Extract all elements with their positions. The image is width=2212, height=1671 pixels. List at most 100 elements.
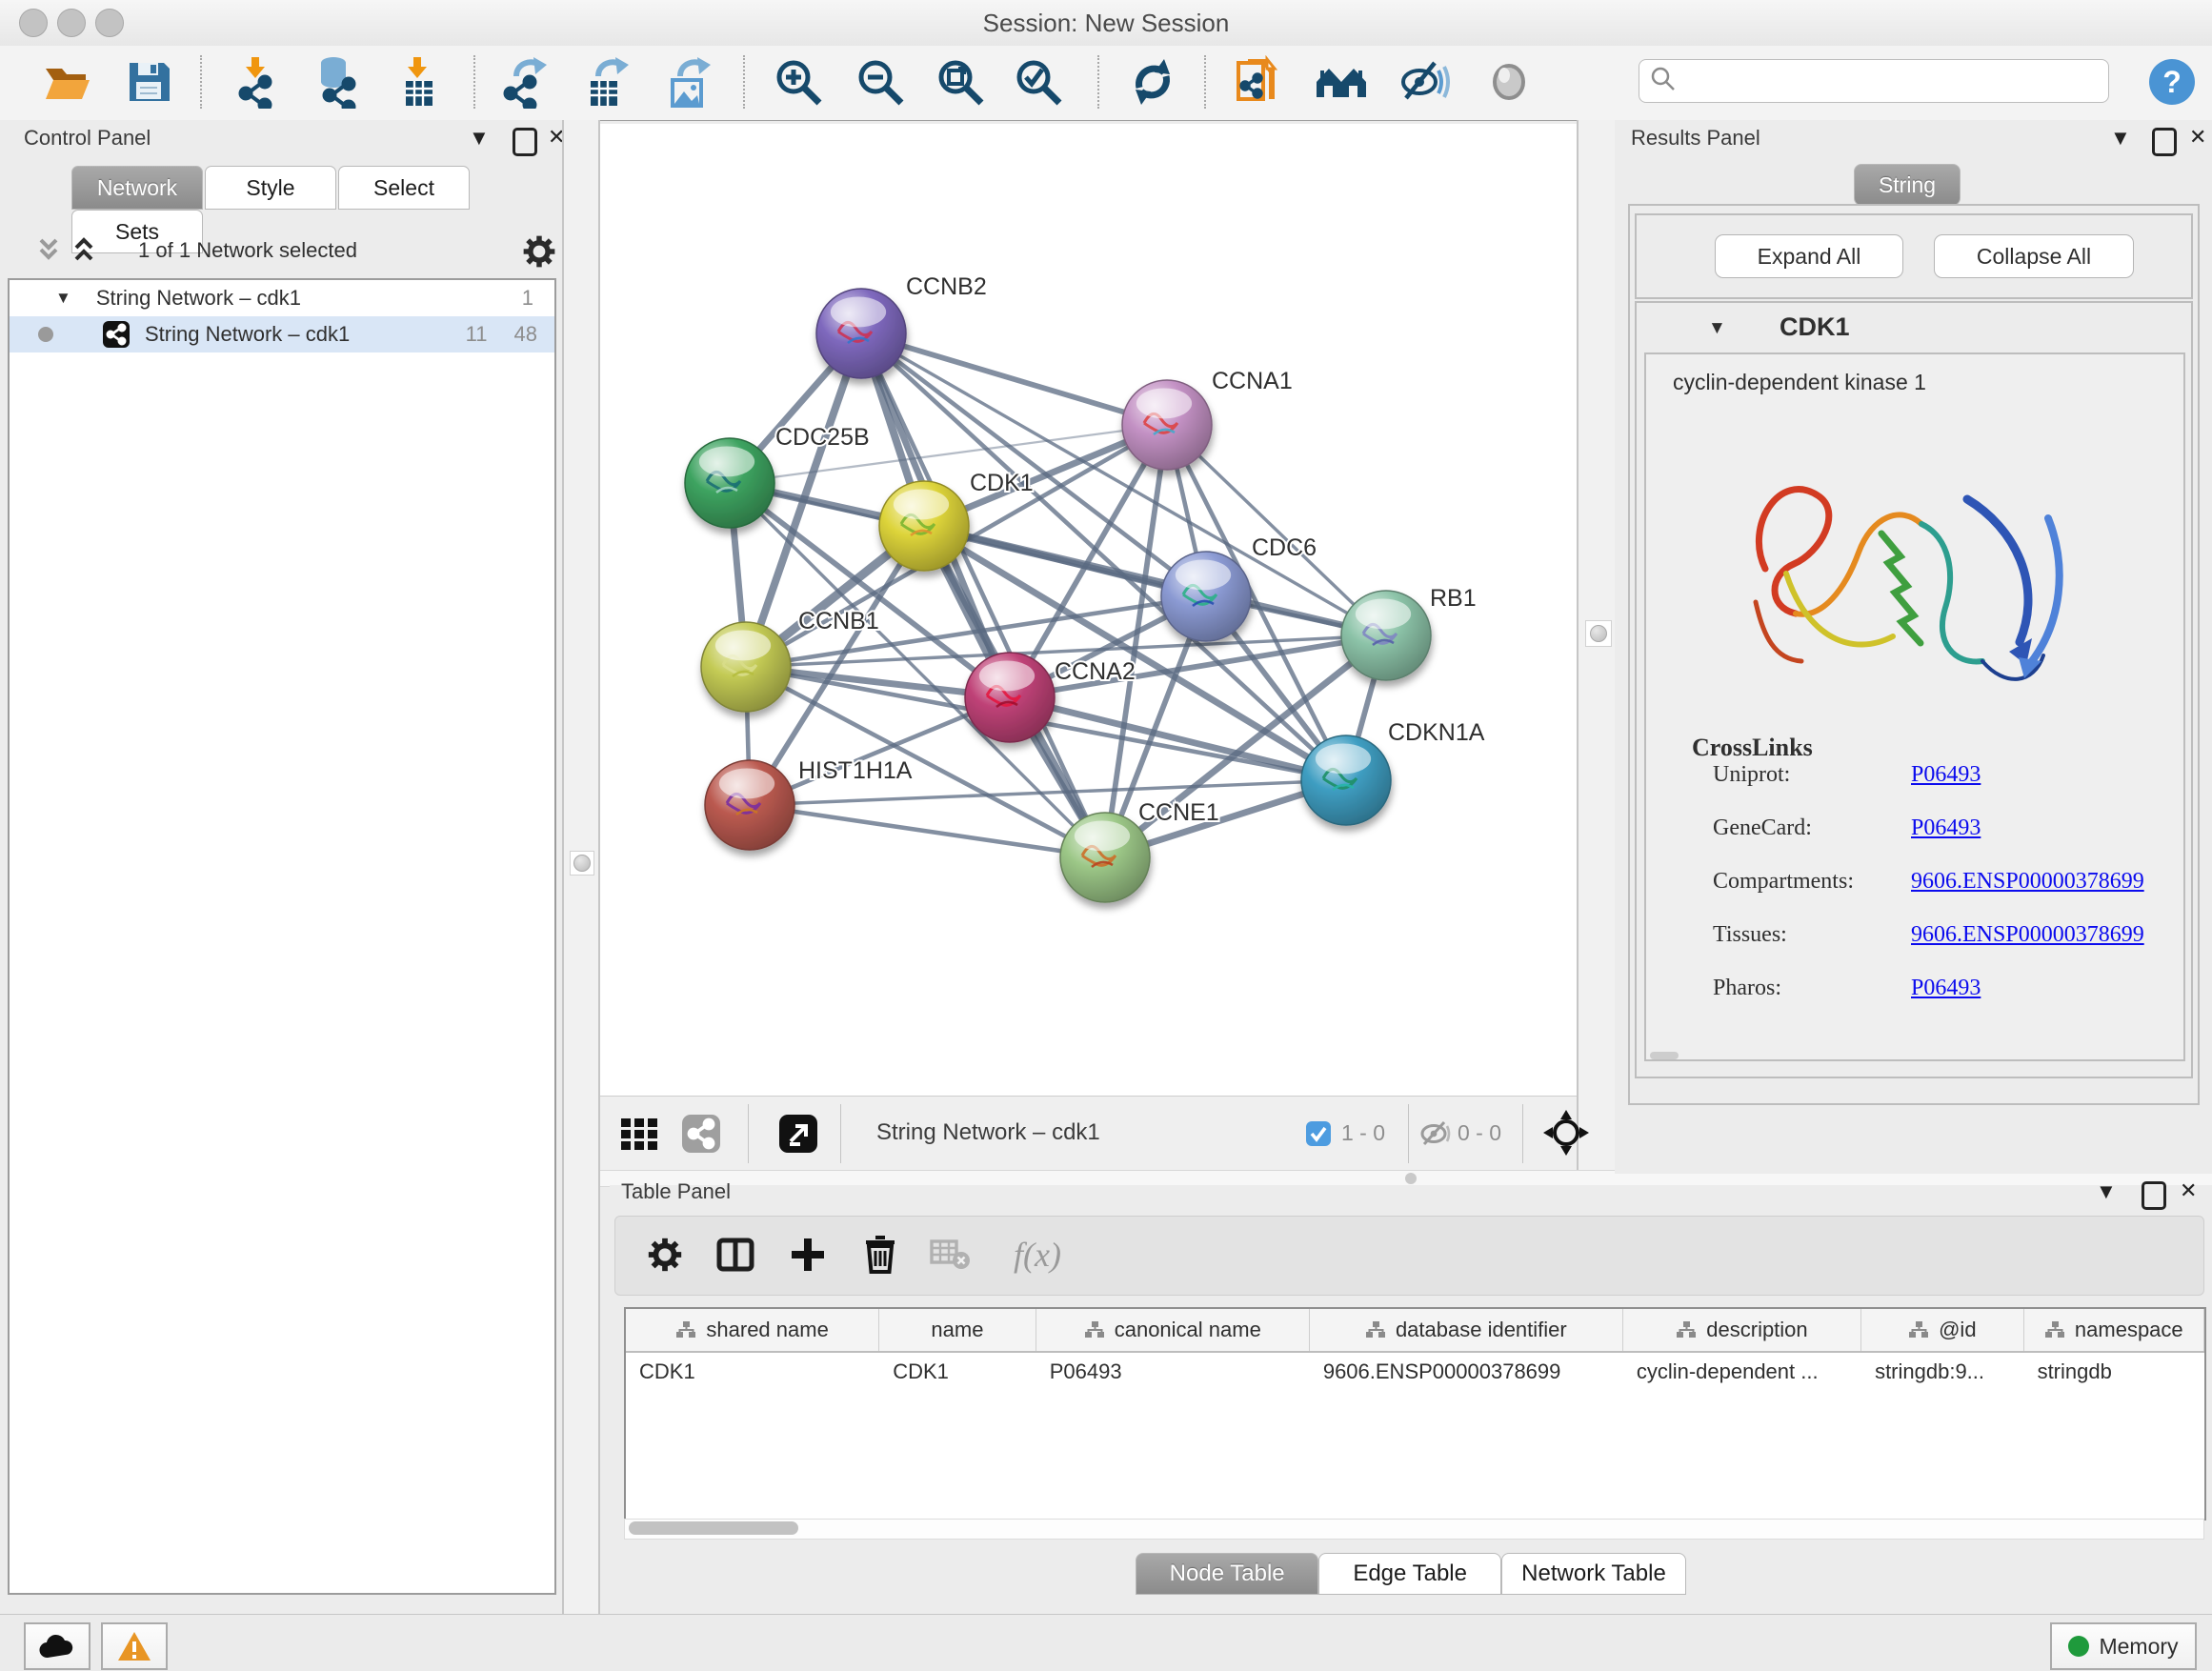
network-row[interactable]: String Network – cdk1 11 48	[10, 316, 554, 352]
birdseye-toggle-icon[interactable]	[1541, 1108, 1591, 1162]
panel-menu-icon[interactable]: ▼	[2096, 1179, 2117, 1204]
network-collection-row[interactable]: ▼ String Network – cdk1 1	[10, 280, 554, 316]
close-panel-icon[interactable]: ✕	[2180, 1178, 2197, 1203]
node-HIST1H1A[interactable]	[705, 760, 794, 850]
node-CCNB1[interactable]	[701, 622, 791, 712]
zoom-in-icon[interactable]	[770, 53, 827, 111]
tab-style[interactable]: Style	[205, 166, 336, 210]
left-splitter[interactable]	[562, 120, 600, 1614]
gear-icon[interactable]	[636, 1226, 694, 1283]
houses-icon[interactable]	[1313, 53, 1370, 111]
open-session-icon[interactable]	[38, 53, 95, 111]
apply-layout-icon[interactable]	[1124, 53, 1181, 111]
cell-namespace[interactable]: stringdb	[2024, 1359, 2204, 1384]
crosslink-pharos-link[interactable]: P06493	[1911, 976, 1981, 1001]
left-splitter-handle[interactable]	[570, 851, 594, 876]
export-network-icon[interactable]	[497, 53, 554, 111]
cell-description[interactable]: cyclin-dependent ...	[1623, 1359, 1861, 1384]
collapse-triangle-icon[interactable]: ▼	[1708, 318, 1726, 339]
column-header-namespace[interactable]: namespace	[2024, 1309, 2204, 1351]
close-panel-icon[interactable]: ✕	[2189, 125, 2206, 150]
hide-unhide-icon[interactable]	[1395, 53, 1452, 111]
import-network-file-icon[interactable]	[229, 53, 286, 111]
warning-button[interactable]	[101, 1622, 168, 1670]
import-table-icon[interactable]	[391, 53, 448, 111]
cell-databaseidentifier[interactable]: 9606.ENSP00000378699	[1310, 1359, 1623, 1384]
node-count: 11	[466, 322, 488, 347]
selected-checkbox[interactable]	[1305, 1120, 1332, 1152]
gear-icon[interactable]	[520, 232, 558, 275]
node-CCNA2[interactable]	[965, 653, 1055, 742]
panel-menu-icon[interactable]: ▼	[2110, 126, 2131, 151]
zoom-fit-icon[interactable]	[932, 53, 989, 111]
table-hscrollbar-thumb[interactable]	[629, 1521, 798, 1535]
expand-all-button[interactable]: Expand All	[1715, 234, 1903, 278]
search-box[interactable]	[1639, 59, 2109, 103]
string-import-icon[interactable]	[1231, 53, 1288, 111]
cell-sharedname[interactable]: CDK1	[626, 1359, 879, 1384]
zoom-selected-icon[interactable]	[1010, 53, 1067, 111]
tab-string[interactable]: String	[1854, 164, 1961, 206]
cell-name[interactable]: CDK1	[879, 1359, 1036, 1384]
crosslink-uniprot-link[interactable]: P06493	[1911, 762, 1981, 788]
tab-edge-table[interactable]: Edge Table	[1318, 1553, 1501, 1595]
node-CCNA1[interactable]	[1122, 380, 1212, 470]
tab-network[interactable]: Network	[71, 166, 203, 210]
delete-column-icon[interactable]	[852, 1226, 909, 1283]
hidden-eye-icon[interactable]	[1419, 1119, 1452, 1153]
cell-canonicalname[interactable]: P06493	[1036, 1359, 1310, 1384]
memory-button[interactable]: Memory	[2050, 1622, 2197, 1670]
column-header-sharedname[interactable]: shared name	[626, 1309, 879, 1351]
node-label-CDK1: CDK1	[970, 470, 1034, 496]
tab-node-table[interactable]: Node Table	[1136, 1553, 1318, 1595]
float-panel-icon[interactable]	[2152, 128, 2177, 156]
add-column-icon[interactable]	[779, 1226, 836, 1283]
edge-CCNB2-CCNA1[interactable]	[861, 333, 1167, 425]
horizontal-splitter-handle[interactable]	[1405, 1173, 1417, 1184]
results-hscroll-thumb[interactable]	[1650, 1052, 1679, 1059]
float-panel-icon[interactable]	[2142, 1181, 2166, 1210]
cell-id[interactable]: stringdb:9...	[1861, 1359, 2024, 1384]
show-columns-icon[interactable]	[707, 1226, 764, 1283]
detach-view-icon[interactable]	[770, 1105, 827, 1162]
node-label-CDC6: CDC6	[1252, 534, 1317, 561]
node-CDC6[interactable]	[1161, 552, 1251, 641]
network-share-view-icon[interactable]	[673, 1105, 730, 1162]
node-RB1[interactable]	[1341, 591, 1431, 680]
tab-select[interactable]: Select	[338, 166, 470, 210]
right-splitter[interactable]	[1577, 120, 1619, 1174]
panel-menu-icon[interactable]: ▼	[469, 126, 490, 151]
search-input[interactable]	[1678, 68, 2091, 94]
crosslink-genecard-link[interactable]: P06493	[1911, 815, 1981, 841]
column-header-name[interactable]: name	[879, 1309, 1036, 1351]
right-splitter-handle[interactable]	[1585, 620, 1612, 647]
zoom-out-icon[interactable]	[852, 53, 909, 111]
tab-network-table[interactable]: Network Table	[1501, 1553, 1686, 1595]
export-image-icon[interactable]	[659, 53, 716, 111]
crosslink-tissues-link[interactable]: 9606.ENSP00000378699	[1911, 922, 2144, 948]
titlebar: Session: New Session	[0, 0, 2212, 47]
export-table-icon[interactable]	[577, 53, 634, 111]
crosslink-compartments-link[interactable]: 9606.ENSP00000378699	[1911, 869, 2144, 895]
table-row[interactable]: CDK1CDK1P064939606.ENSP00000378699cyclin…	[626, 1353, 2204, 1391]
table-hscrollbar[interactable]	[624, 1519, 2204, 1540]
help-icon[interactable]: ?	[2143, 53, 2201, 111]
save-session-icon[interactable]	[120, 53, 177, 111]
column-header-databaseidentifier[interactable]: database identifier	[1310, 1309, 1623, 1351]
node-CDK1[interactable]	[879, 481, 969, 571]
node-CDKN1A[interactable]	[1301, 735, 1391, 825]
float-panel-icon[interactable]	[513, 128, 537, 156]
node-CCNB2[interactable]	[816, 289, 906, 378]
node-CCNE1[interactable]	[1060, 813, 1150, 902]
grid-view-icon[interactable]	[612, 1105, 669, 1162]
column-header-id[interactable]: @id	[1861, 1309, 2023, 1351]
collapse-all-button[interactable]: Collapse All	[1934, 234, 2134, 278]
column-header-description[interactable]: description	[1623, 1309, 1861, 1351]
import-network-database-icon[interactable]	[309, 53, 366, 111]
cloud-button[interactable]	[24, 1622, 90, 1670]
node-CDC25B[interactable]	[685, 438, 774, 528]
preview-eye-icon[interactable]	[1480, 53, 1538, 111]
network-canvas[interactable]: CCNB2CCNA1CDC25BCDK1CDC6RB1CCNB1CCNA2CDK…	[600, 124, 1577, 1096]
column-header-canonicalname[interactable]: canonical name	[1036, 1309, 1310, 1351]
collapse-triangle-icon[interactable]: ▼	[55, 289, 71, 308]
